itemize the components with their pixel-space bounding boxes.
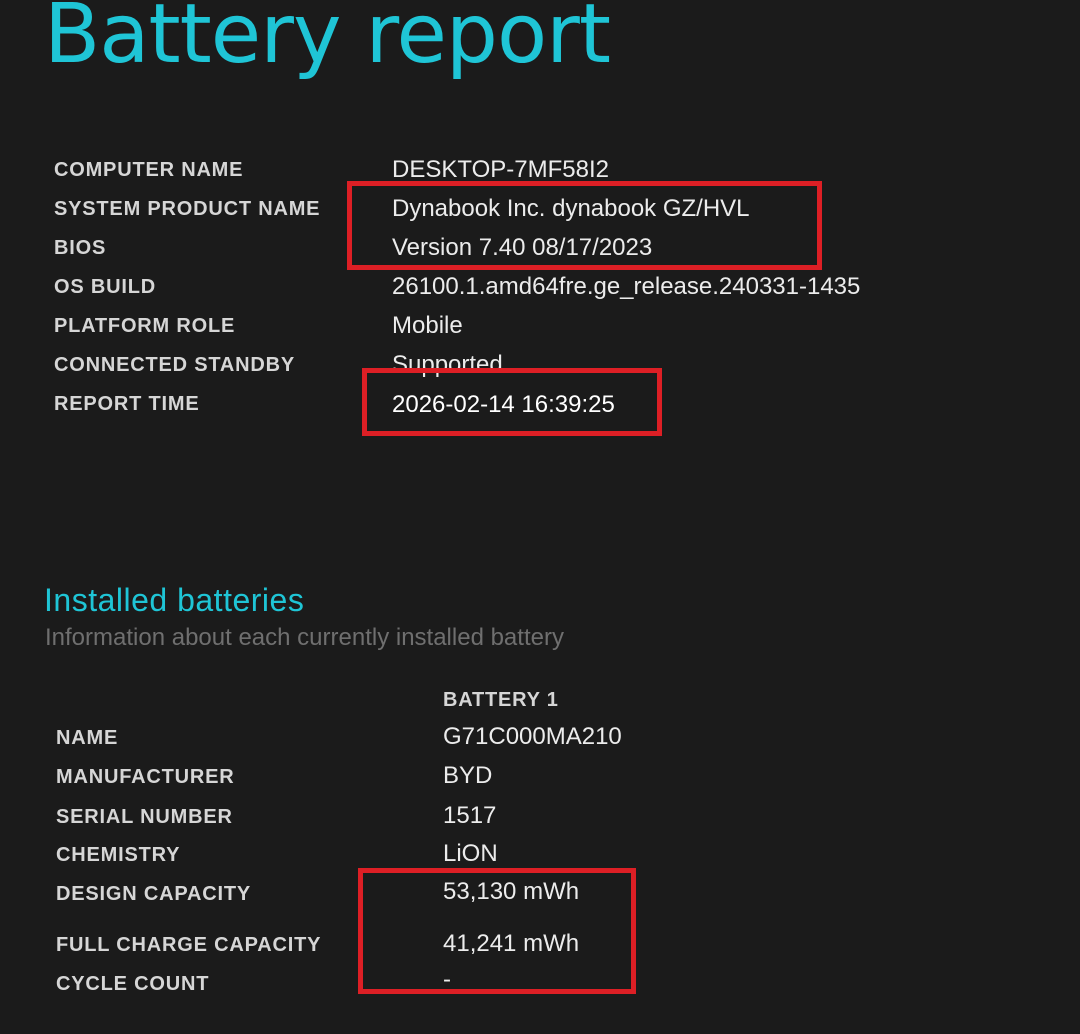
connected-standby-label: CONNECTED STANDBY (54, 354, 296, 376)
chemistry-label: CHEMISTRY (56, 844, 181, 866)
battery-name-label: NAME (56, 727, 119, 749)
manufacturer-value: BYD (443, 762, 493, 789)
bios-value: Version 7.40 08/17/2023 (392, 234, 653, 261)
full-charge-capacity-label: FULL CHARGE CAPACITY (56, 934, 322, 956)
report-time-value: 2026-02-14 16:39:25 (392, 391, 615, 418)
battery-column-header: BATTERY 1 (443, 689, 559, 711)
os-build-label: OS BUILD (54, 276, 156, 298)
design-capacity-value: 53,130 mWh (443, 878, 580, 905)
system-product-name-value: Dynabook Inc. dynabook GZ/HVL (392, 195, 750, 222)
full-charge-capacity-value: 41,241 mWh (443, 930, 580, 957)
chemistry-value: LiON (443, 840, 498, 867)
cycle-count-label: CYCLE COUNT (56, 973, 210, 995)
report-time-label: REPORT TIME (54, 393, 200, 415)
bios-label: BIOS (54, 237, 107, 259)
report-title: Battery report (44, 0, 611, 82)
serial-number-value: 1517 (443, 802, 497, 829)
installed-batteries-subtitle: Information about each currently install… (45, 624, 564, 651)
os-build-value: 26100.1.amd64fre.ge_release.240331-1435 (392, 273, 861, 300)
manufacturer-label: MANUFACTURER (56, 766, 235, 788)
system-product-name-label: SYSTEM PRODUCT NAME (54, 198, 321, 220)
battery-name-value: G71C000MA210 (443, 723, 622, 750)
platform-role-value: Mobile (392, 312, 463, 339)
serial-number-label: SERIAL NUMBER (56, 806, 233, 828)
platform-role-label: PLATFORM ROLE (54, 315, 236, 337)
connected-standby-value: Supported (392, 351, 503, 378)
computer-name-value: DESKTOP-7MF58I2 (392, 156, 609, 183)
installed-batteries-heading: Installed batteries (44, 582, 305, 618)
design-capacity-label: DESIGN CAPACITY (56, 883, 251, 905)
computer-name-label: COMPUTER NAME (54, 159, 244, 181)
cycle-count-value: - (443, 966, 451, 993)
